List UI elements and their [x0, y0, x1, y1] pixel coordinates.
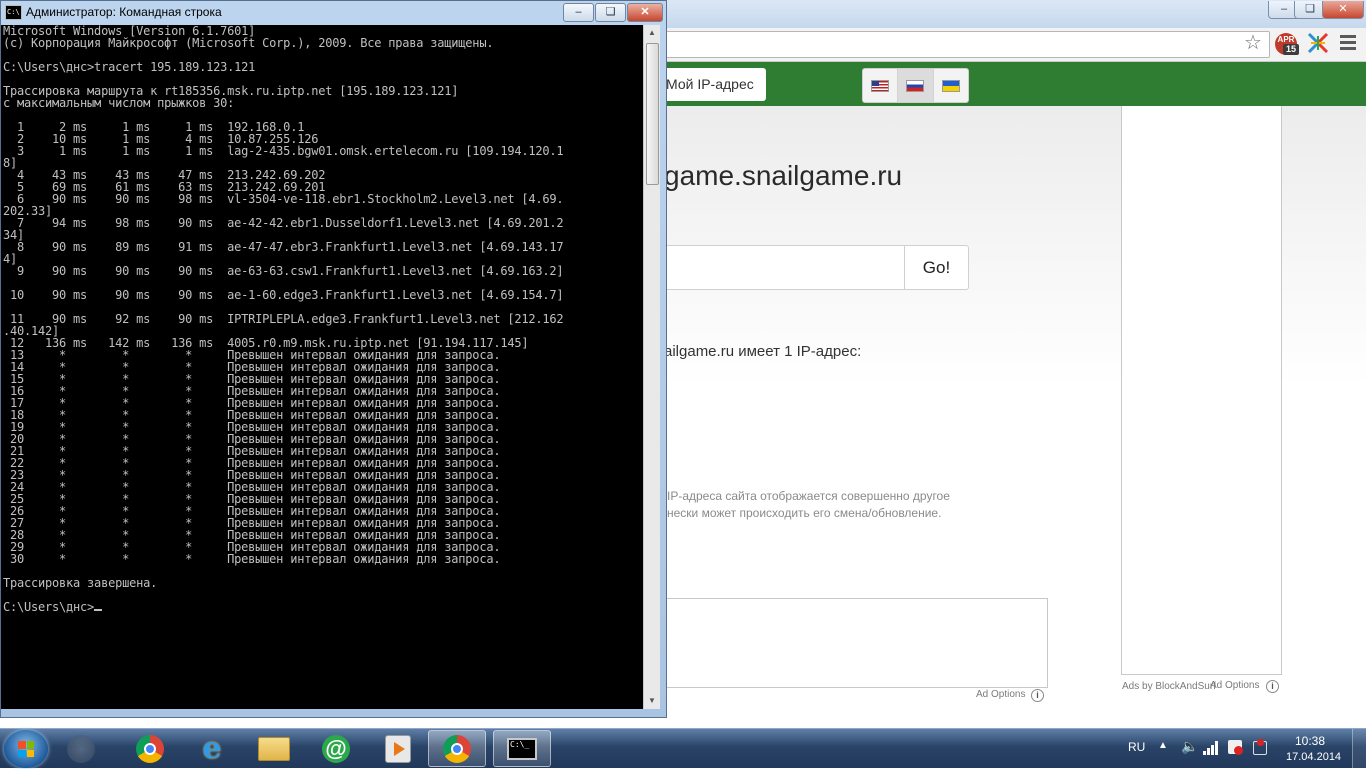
disabled-app-icon: [67, 734, 95, 763]
taskbar: e @ C:\_ RU ▲ 🔈 10:38 17.04.2014: [0, 728, 1366, 769]
cmd-window-title: Администратор: Командная строка: [26, 5, 222, 19]
clock-time[interactable]: 10:38: [1295, 734, 1325, 748]
clock-date[interactable]: 17.04.2014: [1286, 751, 1341, 763]
cmd-app-icon[interactable]: C:\: [5, 5, 22, 20]
scroll-up-arrow-icon[interactable]: ▲: [644, 25, 660, 41]
page-title: game.snailgame.ru: [664, 160, 903, 191]
side-ad-box[interactable]: [1121, 106, 1282, 675]
console-prompt: C:\Users\днс>: [3, 600, 95, 614]
scroll-down-arrow-icon[interactable]: ▼: [644, 693, 660, 709]
network-signal-icon[interactable]: [1203, 741, 1219, 755]
russia-flag-icon: [906, 79, 925, 92]
cmd-close-button[interactable]: ✕: [627, 3, 663, 22]
apr-extension-badge: 15: [1283, 44, 1299, 55]
browser-close-button[interactable]: ✕: [1322, 1, 1364, 19]
taskbar-command-prompt[interactable]: C:\_: [493, 730, 551, 767]
cmd-maximize-button[interactable]: ❏: [595, 3, 626, 22]
language-english-button[interactable]: [863, 69, 899, 102]
bottom-ad-box[interactable]: [664, 598, 1048, 688]
keyboard-language-indicator[interactable]: RU: [1128, 740, 1145, 754]
chrome-icon: [443, 734, 471, 763]
console-area[interactable]: Microsoft Windows [Version 6.1.7601] (c)…: [1, 25, 643, 709]
show-desktop-button[interactable]: [1352, 729, 1366, 769]
text-cursor: [94, 609, 103, 611]
action-center-flag-icon[interactable]: [1228, 740, 1243, 755]
ukraine-flag-icon: [941, 79, 960, 92]
extension-cross-icon[interactable]: [1306, 31, 1330, 55]
start-button[interactable]: [4, 730, 48, 768]
mail-agent-icon: @: [322, 734, 350, 763]
cmd-minimize-button[interactable]: –: [563, 3, 594, 22]
ad-info-side-icon[interactable]: i: [1266, 680, 1279, 693]
power-status-icon[interactable]: [1253, 739, 1267, 755]
taskbar-internet-explorer[interactable]: e: [183, 730, 241, 767]
command-prompt-window: C:\ Администратор: Командная строка – ❏ …: [0, 0, 667, 718]
folder-icon: [258, 736, 290, 761]
ad-options-link[interactable]: Ad Options: [976, 689, 1025, 700]
cmd-title-bar[interactable]: C:\ Администратор: Командная строка – ❏ …: [1, 1, 666, 25]
taskbar-chrome[interactable]: [121, 730, 179, 767]
taskbar-chrome-window[interactable]: [428, 730, 486, 767]
scroll-thumb[interactable]: [646, 43, 659, 185]
chrome-icon: [136, 734, 164, 763]
taskbar-mail-agent[interactable]: @: [307, 730, 365, 767]
ads-by-label: Ads by BlockAndSurf: [1122, 681, 1216, 692]
note-text-line-1: IP-адреса сайта отображается совершенно …: [667, 489, 950, 503]
domain-input[interactable]: [664, 245, 905, 290]
taskbar-explorer[interactable]: [245, 730, 303, 767]
volume-icon[interactable]: 🔈: [1181, 738, 1198, 755]
browser-menu-icon[interactable]: [1340, 35, 1356, 53]
cmd-scrollbar[interactable]: ▲ ▼: [643, 25, 660, 709]
ad-options-side-link[interactable]: Ad Options: [1210, 680, 1259, 691]
ad-info-icon[interactable]: i: [1031, 689, 1044, 702]
note-text-line-2: нески может происходить его смена/обновл…: [667, 506, 942, 520]
console-output: Microsoft Windows [Version 6.1.7601] (c)…: [3, 25, 564, 590]
my-ip-nav-button[interactable]: Мой IP-адрес: [660, 68, 766, 101]
go-button[interactable]: Go!: [904, 245, 969, 290]
us-flag-icon: [871, 79, 890, 92]
language-russian-button[interactable]: [898, 69, 934, 102]
windows-logo-icon: [18, 741, 34, 757]
command-prompt-icon: C:\_: [507, 737, 537, 760]
language-ukrainian-button[interactable]: [934, 69, 968, 102]
result-text: ailgame.ru имеет 1 IP-адрес:: [664, 343, 862, 360]
bookmark-star-icon[interactable]: ☆: [1244, 31, 1262, 55]
address-bar[interactable]: [660, 31, 1270, 58]
media-player-icon: [385, 734, 411, 763]
apr-extension-label: APR: [1277, 35, 1295, 44]
taskbar-disabled-app[interactable]: [52, 730, 110, 767]
internet-explorer-icon: e: [202, 730, 222, 766]
taskbar-media-player[interactable]: [369, 730, 427, 767]
language-switcher: [862, 68, 969, 103]
show-hidden-icons-arrow-icon[interactable]: ▲: [1158, 740, 1168, 751]
